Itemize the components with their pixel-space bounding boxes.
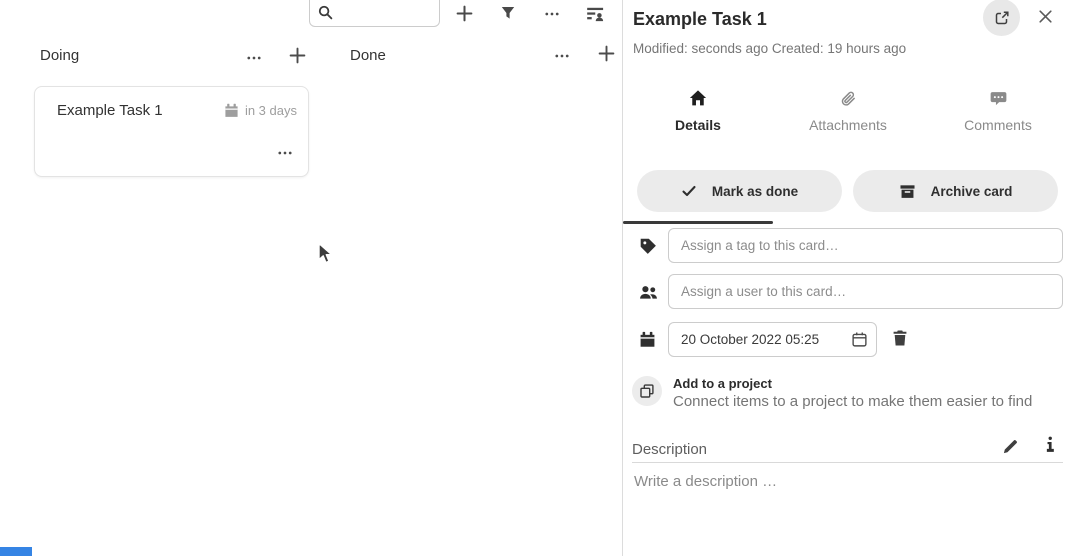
trash-icon — [891, 329, 909, 347]
users-icon — [639, 283, 658, 302]
card-due-label: in 3 days — [245, 103, 297, 118]
filter-button[interactable] — [500, 5, 516, 24]
description-info-button[interactable] — [1041, 435, 1059, 456]
add-icon — [455, 4, 474, 23]
more-icon — [246, 50, 262, 66]
card-more-button[interactable] — [277, 145, 293, 164]
delete-date-button[interactable] — [891, 329, 909, 350]
card-due-date: in 3 days — [224, 103, 297, 118]
user-list-icon — [586, 4, 605, 23]
active-tab-underline — [623, 221, 773, 224]
archive-card-label: Archive card — [931, 184, 1013, 199]
done-more-button[interactable] — [554, 48, 570, 67]
card-detail-panel: Example Task 1 Modified: seconds ago Cre… — [623, 0, 1073, 556]
check-icon — [681, 183, 697, 199]
date-picker-icon — [851, 331, 868, 348]
project-row-title: Add to a project — [673, 376, 772, 391]
tab-comments[interactable]: Comments — [923, 82, 1073, 142]
date-picker-button[interactable] — [851, 331, 868, 348]
calendar-icon — [224, 103, 239, 118]
paperclip-icon — [840, 88, 857, 108]
due-date-field[interactable]: 20 October 2022 05:25 — [668, 322, 877, 357]
tab-attachments-label: Attachments — [809, 117, 887, 133]
more-icon — [277, 145, 293, 161]
column-title-done: Done — [350, 47, 386, 64]
more-icon — [554, 48, 570, 64]
search-icon — [318, 5, 333, 20]
focus-indicator — [0, 547, 32, 556]
board-more-button[interactable] — [544, 6, 560, 25]
tab-comments-label: Comments — [964, 117, 1032, 133]
home-icon — [689, 88, 707, 108]
description-placeholder[interactable]: Write a description … — [634, 473, 1054, 490]
archive-icon — [899, 183, 916, 200]
kanban-board: Doing Done Example Task 1 in 3 days — [0, 0, 622, 556]
mark-as-done-label: Mark as done — [712, 184, 798, 199]
tag-input[interactable] — [668, 228, 1063, 263]
calendar-icon — [639, 331, 656, 348]
edit-description-button[interactable] — [1002, 438, 1019, 458]
description-label: Description — [632, 441, 707, 458]
task-card[interactable]: Example Task 1 in 3 days — [34, 86, 309, 177]
tab-details[interactable]: Details — [623, 82, 773, 142]
project-icon-circle — [632, 376, 662, 406]
description-divider — [632, 462, 1063, 463]
add-icon — [597, 44, 616, 63]
project-icon — [639, 383, 655, 399]
tab-attachments[interactable]: Attachments — [773, 82, 923, 142]
tab-details-label: Details — [675, 117, 721, 133]
archive-card-button[interactable]: Archive card — [853, 170, 1058, 212]
add-icon — [288, 46, 307, 65]
user-list-button[interactable] — [586, 4, 605, 26]
mark-as-done-button[interactable]: Mark as done — [637, 170, 842, 212]
open-window-icon — [994, 10, 1010, 26]
user-input[interactable] — [668, 274, 1063, 309]
tag-icon — [639, 237, 657, 255]
filter-icon — [500, 5, 516, 21]
panel-meta: Modified: seconds ago Created: 19 hours … — [633, 41, 906, 56]
panel-title: Example Task 1 — [633, 9, 767, 30]
column-title-doing: Doing — [40, 47, 79, 64]
close-icon — [1037, 8, 1054, 25]
done-add-button[interactable] — [597, 44, 616, 66]
pencil-icon — [1002, 438, 1019, 455]
add-card-button[interactable] — [455, 4, 474, 26]
comment-icon — [990, 88, 1007, 108]
search-field[interactable] — [337, 7, 437, 22]
close-button[interactable] — [1037, 8, 1054, 28]
doing-add-button[interactable] — [288, 46, 307, 68]
info-icon — [1041, 435, 1059, 453]
project-row-subtitle: Connect items to a project to make them … — [673, 393, 1032, 410]
more-icon — [544, 6, 560, 22]
card-title: Example Task 1 — [57, 102, 163, 119]
open-window-button[interactable] — [983, 0, 1020, 36]
search-input[interactable] — [309, 0, 440, 27]
mouse-cursor — [317, 242, 335, 267]
due-date-value: 20 October 2022 05:25 — [681, 332, 851, 347]
add-to-project-row[interactable]: Add to a project Connect items to a proj… — [623, 370, 1073, 414]
doing-more-button[interactable] — [246, 50, 262, 69]
